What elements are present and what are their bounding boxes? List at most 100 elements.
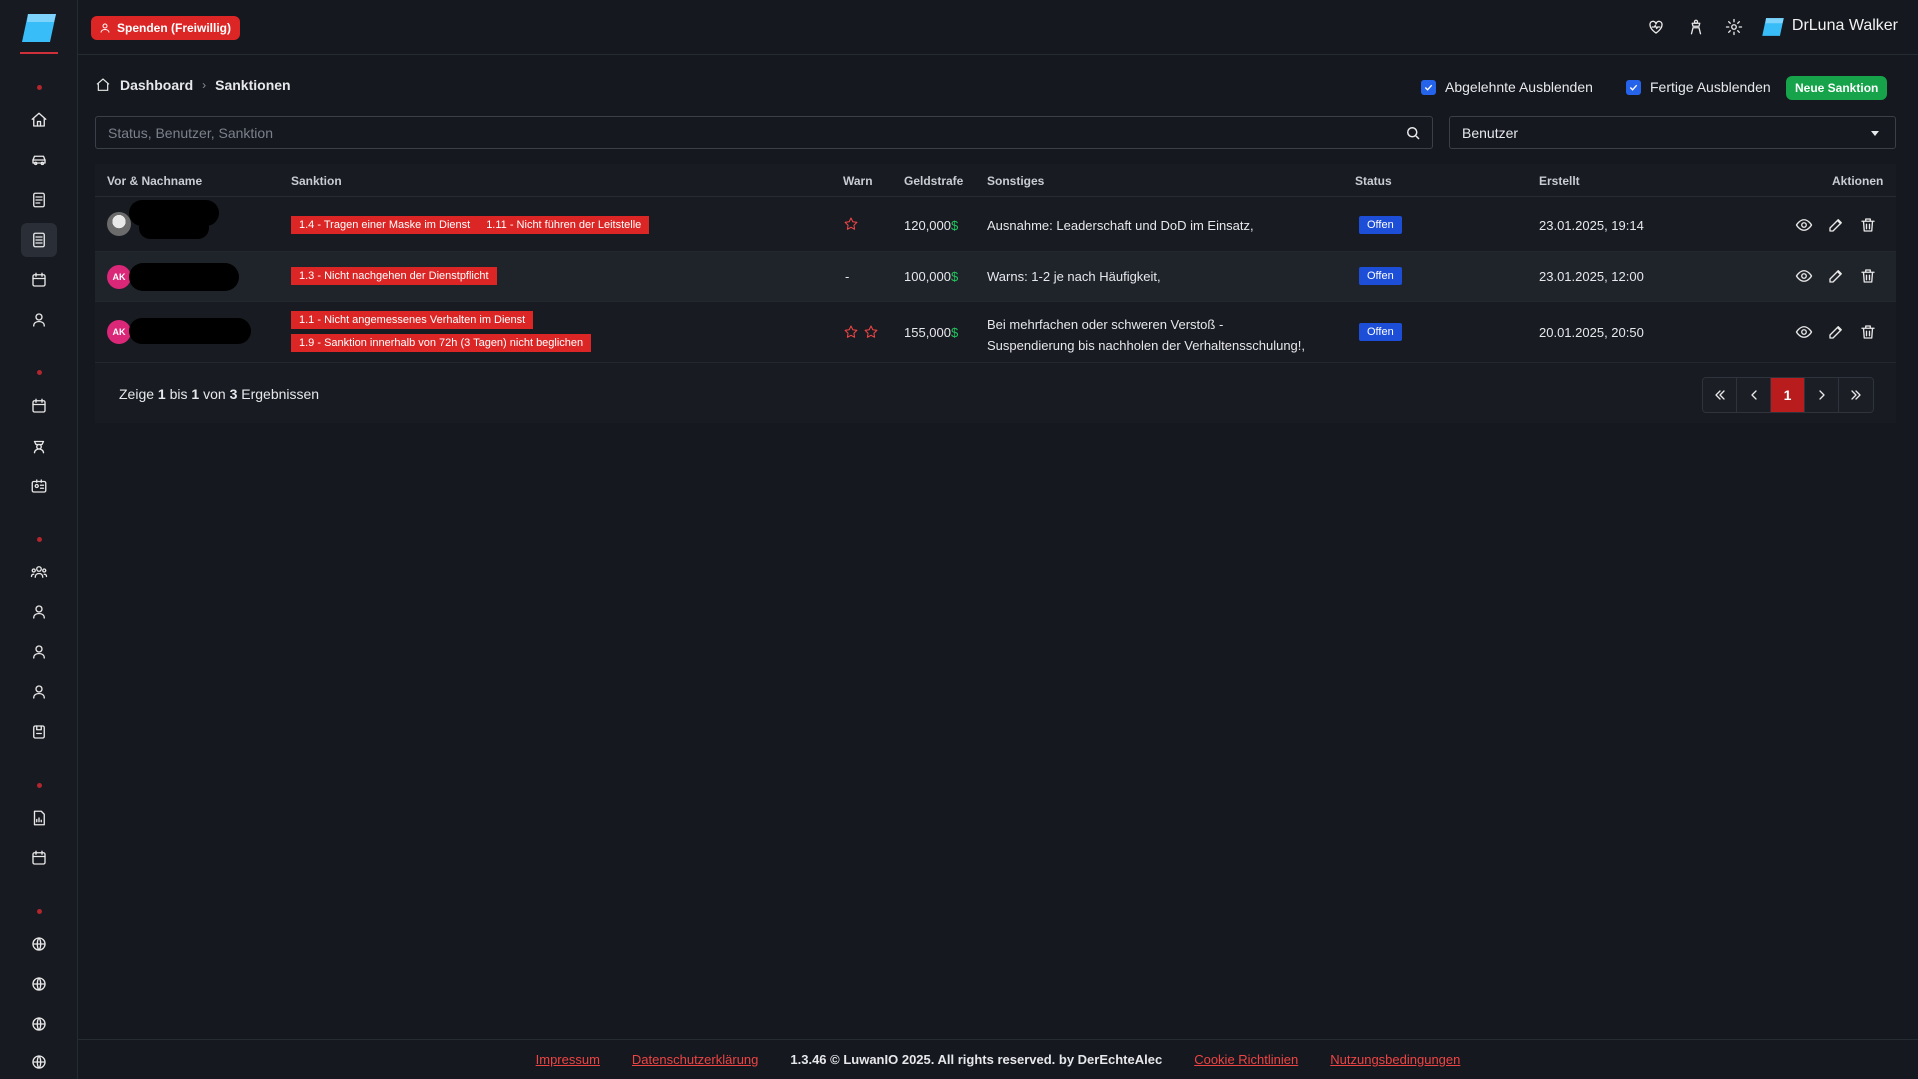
column-header-other[interactable]: Sonstiges bbox=[987, 174, 1044, 188]
row-actions bbox=[1795, 216, 1877, 234]
prev-page-button[interactable] bbox=[1737, 378, 1771, 412]
id-card-icon[interactable] bbox=[21, 469, 57, 503]
archive-icon[interactable] bbox=[21, 715, 57, 749]
star-icon bbox=[843, 216, 859, 232]
calendar-icon[interactable] bbox=[21, 841, 57, 875]
calendar-icon[interactable] bbox=[21, 263, 57, 297]
results-to: 1 bbox=[191, 386, 200, 402]
privacy-link[interactable]: Datenschutzerklärung bbox=[632, 1052, 758, 1067]
results-summary: Zeige 1 bis 1 von 3 Ergebnissen bbox=[119, 386, 319, 402]
chevron-right-icon bbox=[1818, 390, 1825, 400]
sanction-tag: 1.4 - Tragen einer Maske im Dienst bbox=[291, 216, 479, 234]
trash-icon[interactable] bbox=[1859, 216, 1877, 234]
fine-amount: 155,000$ bbox=[904, 325, 958, 340]
redacted-name bbox=[129, 263, 239, 291]
chevron-down-icon bbox=[1871, 131, 1879, 136]
sanction-tags: 1.4 - Tragen einer Maske im Dienst 1.11 … bbox=[291, 216, 650, 239]
donate-button[interactable]: Spenden (Freiwillig) bbox=[91, 16, 241, 40]
row-actions bbox=[1795, 323, 1877, 341]
home-icon[interactable] bbox=[95, 77, 111, 93]
sanctions-list-icon[interactable] bbox=[21, 223, 57, 257]
page-button-current[interactable]: 1 bbox=[1771, 378, 1805, 412]
breadcrumb-dashboard[interactable]: Dashboard bbox=[120, 77, 193, 93]
edit-icon[interactable] bbox=[1827, 216, 1845, 234]
section-dot bbox=[37, 909, 42, 914]
column-header-sanction[interactable]: Sanktion bbox=[291, 174, 342, 188]
hide-done-label: Fertige Ausblenden bbox=[1650, 79, 1771, 95]
gear-icon[interactable] bbox=[1723, 16, 1745, 38]
other-notes-line: Suspendierung bis nachholen der Verhalte… bbox=[987, 338, 1306, 353]
user-select-value: Benutzer bbox=[1462, 124, 1519, 141]
column-header-warn[interactable]: Warn bbox=[843, 174, 873, 188]
fine-amount: 100,000$ bbox=[904, 269, 958, 284]
table-row[interactable]: 1.4 - Tragen einer Maske im Dienst 1.11 … bbox=[95, 197, 1896, 252]
fine-value: 155,000 bbox=[904, 325, 951, 340]
donate-label: Spenden (Freiwillig) bbox=[117, 21, 232, 35]
checkbox-checked-icon[interactable] bbox=[1626, 79, 1641, 95]
globe-icon[interactable] bbox=[21, 967, 57, 1001]
app-logo[interactable] bbox=[20, 12, 58, 44]
avatar bbox=[107, 212, 131, 236]
officer-icon[interactable] bbox=[21, 429, 57, 463]
redacted-name bbox=[129, 318, 251, 344]
topbar: Spenden (Freiwillig) DrLuna Walker bbox=[78, 0, 1918, 55]
search-input[interactable] bbox=[96, 117, 1432, 148]
table-row[interactable]: AK 1.1 - Nicht angemessenes Verhalten im… bbox=[95, 302, 1896, 363]
user-icon[interactable] bbox=[21, 595, 57, 629]
created-date: 23.01.2025, 19:14 bbox=[1539, 218, 1644, 233]
footer: Impressum Datenschutzerklärung 1.3.46 © … bbox=[78, 1039, 1918, 1079]
home-icon[interactable] bbox=[21, 103, 57, 137]
edit-icon[interactable] bbox=[1827, 323, 1845, 341]
table-row[interactable]: AK 1.3 - Nicht nachgehen der Dienstpflic… bbox=[95, 252, 1896, 302]
trash-icon[interactable] bbox=[1859, 267, 1877, 285]
column-header-created[interactable]: Erstellt bbox=[1539, 174, 1580, 188]
user-icon[interactable] bbox=[21, 675, 57, 709]
view-icon[interactable] bbox=[1795, 267, 1813, 285]
hide-rejected-checkbox[interactable]: Abgelehnte Ausblenden bbox=[1421, 79, 1593, 95]
column-header-status[interactable]: Status bbox=[1355, 174, 1392, 188]
section-dot bbox=[37, 370, 42, 375]
terms-link[interactable]: Nutzungsbedingungen bbox=[1330, 1052, 1460, 1067]
avatar: AK bbox=[107, 320, 131, 344]
hide-done-checkbox[interactable]: Fertige Ausblenden bbox=[1626, 79, 1771, 95]
first-page-button[interactable] bbox=[1703, 378, 1737, 412]
user-icon[interactable] bbox=[21, 303, 57, 337]
agent-icon[interactable] bbox=[1685, 16, 1707, 38]
trash-icon[interactable] bbox=[1859, 323, 1877, 341]
sanction-tag: 1.11 - Nicht führen der Leitstelle bbox=[478, 216, 650, 234]
search-field[interactable] bbox=[95, 116, 1433, 149]
section-dot bbox=[37, 783, 42, 788]
impressum-link[interactable]: Impressum bbox=[536, 1052, 600, 1067]
globe-icon[interactable] bbox=[21, 1047, 57, 1077]
section-dot bbox=[37, 85, 42, 90]
star-icon bbox=[843, 324, 859, 340]
file-chart-icon[interactable] bbox=[21, 801, 57, 835]
results-total: 3 bbox=[229, 386, 238, 402]
status-badge: Offen bbox=[1359, 323, 1402, 341]
checkbox-checked-icon[interactable] bbox=[1421, 79, 1436, 95]
last-page-button[interactable] bbox=[1839, 378, 1873, 412]
view-icon[interactable] bbox=[1795, 216, 1813, 234]
hide-rejected-label: Abgelehnte Ausblenden bbox=[1445, 79, 1593, 95]
user-name[interactable]: DrLuna Walker bbox=[1792, 17, 1898, 35]
heart-pulse-icon[interactable] bbox=[1645, 16, 1667, 38]
user-icon[interactable] bbox=[21, 635, 57, 669]
search-icon[interactable] bbox=[1404, 124, 1422, 142]
next-page-button[interactable] bbox=[1805, 378, 1839, 412]
column-header-fine[interactable]: Geldstrafe bbox=[904, 174, 963, 188]
car-icon[interactable] bbox=[21, 143, 57, 177]
other-notes: Bei mehrfachen oder schweren Verstoß - S… bbox=[987, 314, 1305, 356]
edit-icon[interactable] bbox=[1827, 267, 1845, 285]
globe-icon[interactable] bbox=[21, 927, 57, 961]
chevrons-right-icon bbox=[1851, 390, 1861, 400]
cookie-link[interactable]: Cookie Richtlinien bbox=[1194, 1052, 1298, 1067]
new-sanction-button[interactable]: Neue Sanktion bbox=[1786, 76, 1888, 100]
document-list-icon[interactable] bbox=[21, 183, 57, 217]
globe-icon[interactable] bbox=[21, 1007, 57, 1041]
users-group-icon[interactable] bbox=[21, 555, 57, 589]
calendar-icon[interactable] bbox=[21, 389, 57, 423]
view-icon[interactable] bbox=[1795, 323, 1813, 341]
column-header-name[interactable]: Vor & Nachname bbox=[107, 174, 202, 188]
other-notes: Warns: 1-2 je nach Häufigkeit, bbox=[987, 269, 1161, 284]
user-select[interactable]: Benutzer bbox=[1449, 116, 1896, 149]
